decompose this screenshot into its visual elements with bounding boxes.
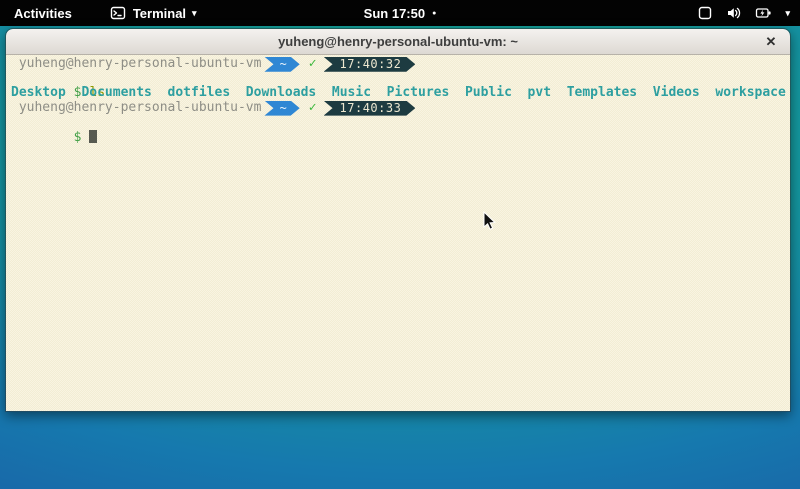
prompt-status-check-icon: ✓ [309, 101, 317, 116]
prompt-path-segment: ~ [264, 101, 299, 116]
window-title: yuheng@henry-personal-ubuntu-vm: ~ [278, 34, 518, 49]
terminal-window: yuheng@henry-personal-ubuntu-vm: ~ ✕ yuh… [5, 28, 791, 412]
terminal-screen[interactable]: yuheng@henry-personal-ubuntu-vm ~ ✓ 17:4… [6, 55, 790, 411]
window-titlebar[interactable]: yuheng@henry-personal-ubuntu-vm: ~ ✕ [6, 29, 790, 55]
app-menu-label: Terminal [133, 6, 186, 21]
top-bar: Activities Terminal ▾ Sun 17:50 ● [0, 0, 800, 26]
prompt-time-segment: 17:40:32 [324, 57, 416, 72]
activities-button[interactable]: Activities [0, 0, 86, 26]
terminal-icon [110, 5, 126, 21]
prompt-user-host: yuheng@henry-personal-ubuntu-vm [11, 57, 261, 72]
chevron-down-icon: ▾ [192, 8, 197, 19]
system-tray-button[interactable]: ▾ [697, 0, 800, 26]
clock-button[interactable]: Sun 17:50 ● [364, 0, 437, 26]
input-line: $ [11, 115, 790, 130]
app-menu-button[interactable]: Terminal ▾ [110, 0, 197, 26]
clock-label: Sun 17:50 [364, 6, 425, 21]
prompt-user-host: yuheng@henry-personal-ubuntu-vm [11, 101, 261, 116]
text-cursor [89, 130, 97, 143]
command-line: $ls [11, 72, 790, 87]
display-icon [697, 5, 713, 21]
prompt-line-2: yuheng@henry-personal-ubuntu-vm ~ ✓ 17:4… [11, 101, 790, 116]
prompt-status-check-icon: ✓ [309, 57, 317, 72]
mouse-cursor-icon [483, 211, 497, 236]
volume-icon [726, 5, 742, 21]
prompt-path-segment: ~ [264, 57, 299, 72]
prompt-time-segment: 17:40:33 [324, 101, 416, 116]
prompt-symbol: $ [74, 130, 82, 145]
notification-dot-icon: ● [432, 10, 436, 17]
close-icon[interactable]: ✕ [763, 34, 779, 50]
chevron-down-icon: ▾ [785, 8, 790, 19]
ls-output-line: Desktop Documents dotfiles Downloads Mus… [11, 86, 790, 101]
battery-charging-icon [755, 5, 772, 21]
prompt-line-1: yuheng@henry-personal-ubuntu-vm ~ ✓ 17:4… [11, 57, 790, 72]
